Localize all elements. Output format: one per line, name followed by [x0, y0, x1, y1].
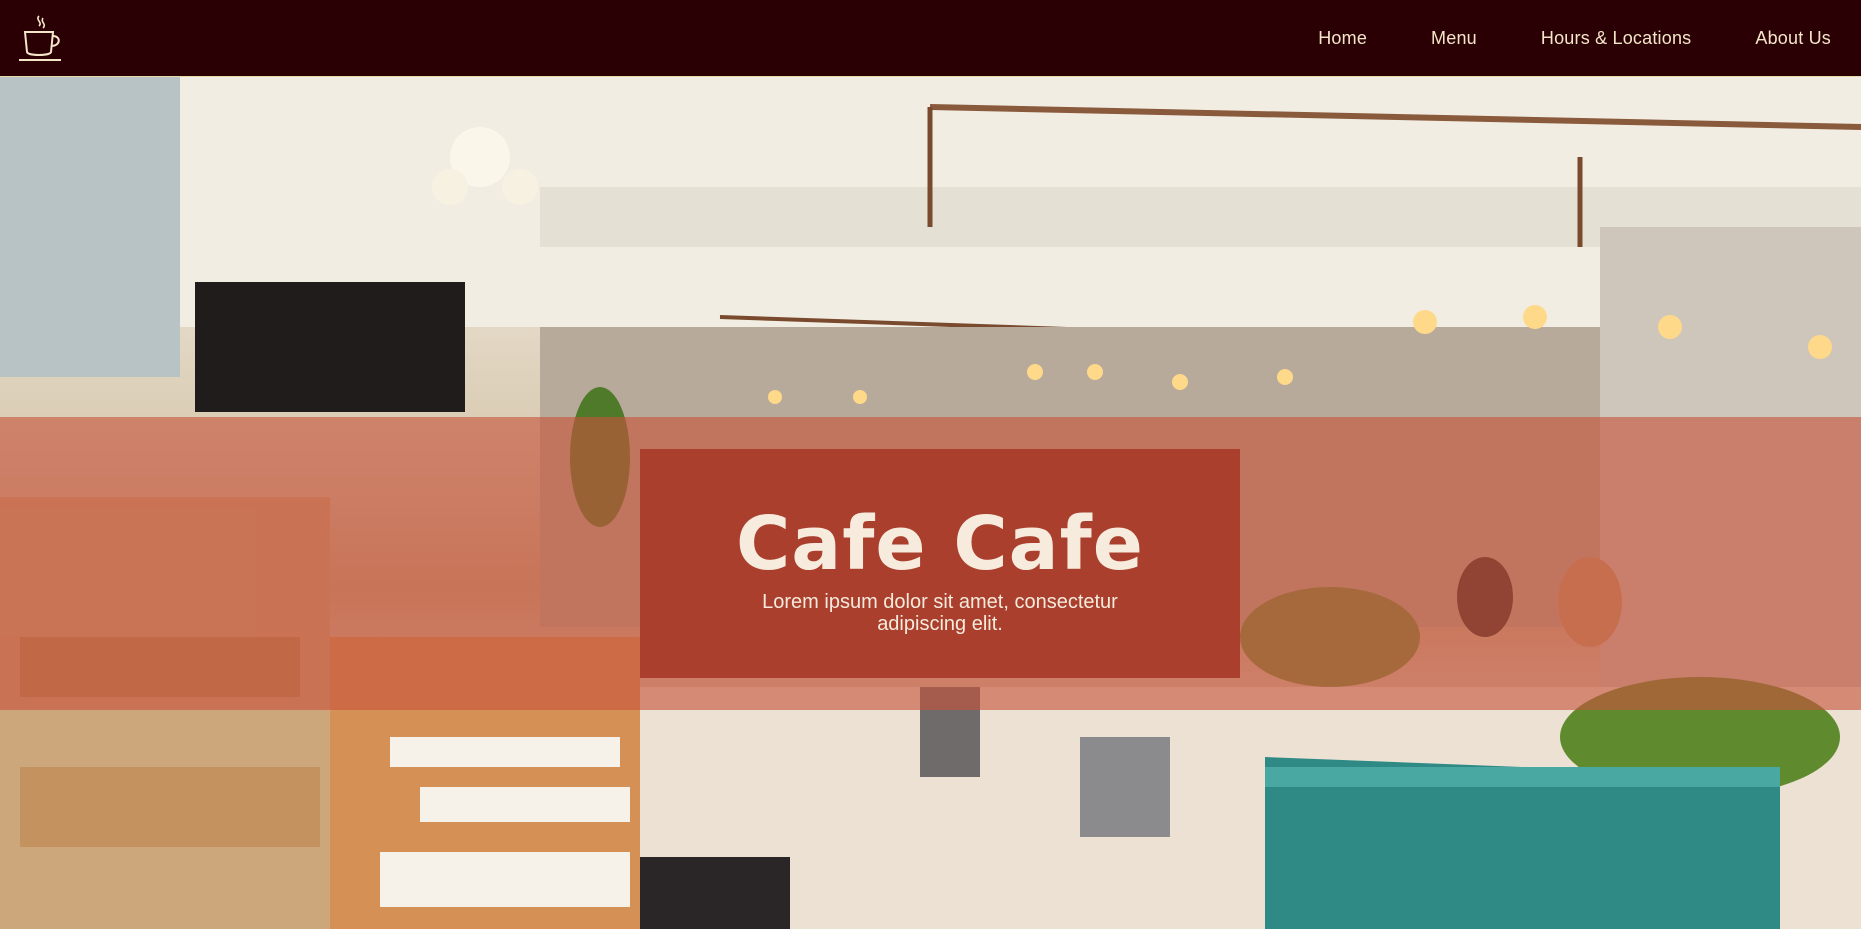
- main-nav: Home Menu Hours & Locations About Us: [1254, 0, 1831, 77]
- top-navigation-bar: Home Menu Hours & Locations About Us: [0, 0, 1861, 77]
- hero-title: Cafe Cafe: [735, 501, 1144, 587]
- nav-hours-locations-link[interactable]: Hours & Locations: [1541, 28, 1691, 49]
- nav-home-link[interactable]: Home: [1318, 28, 1367, 49]
- nav-menu-link[interactable]: Menu: [1431, 28, 1477, 49]
- hero-subtitle: Lorem ipsum dolor sit amet, consectetur …: [762, 591, 1118, 635]
- coffee-cup-icon[interactable]: [17, 14, 65, 64]
- nav-about-us-link[interactable]: About Us: [1755, 28, 1831, 49]
- hero-title-card: Cafe Cafe Lorem ipsum dolor sit amet, co…: [640, 449, 1240, 678]
